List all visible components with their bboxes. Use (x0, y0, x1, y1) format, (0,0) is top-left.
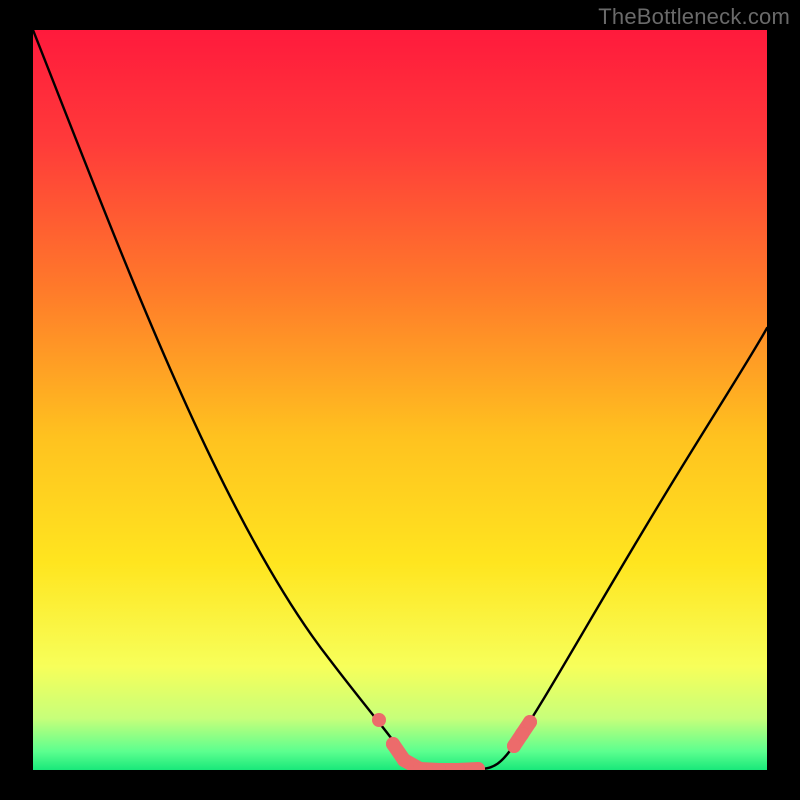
marker-dot (397, 753, 411, 767)
watermark-text: TheBottleneck.com (598, 4, 790, 30)
marker-dot (471, 762, 485, 776)
marker-dot (451, 763, 465, 777)
plot-background (33, 30, 767, 770)
marker-dot (507, 739, 521, 753)
marker-dot (432, 763, 446, 777)
marker-dot (372, 713, 386, 727)
marker-dot (386, 737, 400, 751)
marker-dot (515, 727, 529, 741)
chart-frame: TheBottleneck.com (0, 0, 800, 800)
chart-svg (0, 0, 800, 800)
marker-dot (413, 762, 427, 776)
marker-dot (523, 715, 537, 729)
